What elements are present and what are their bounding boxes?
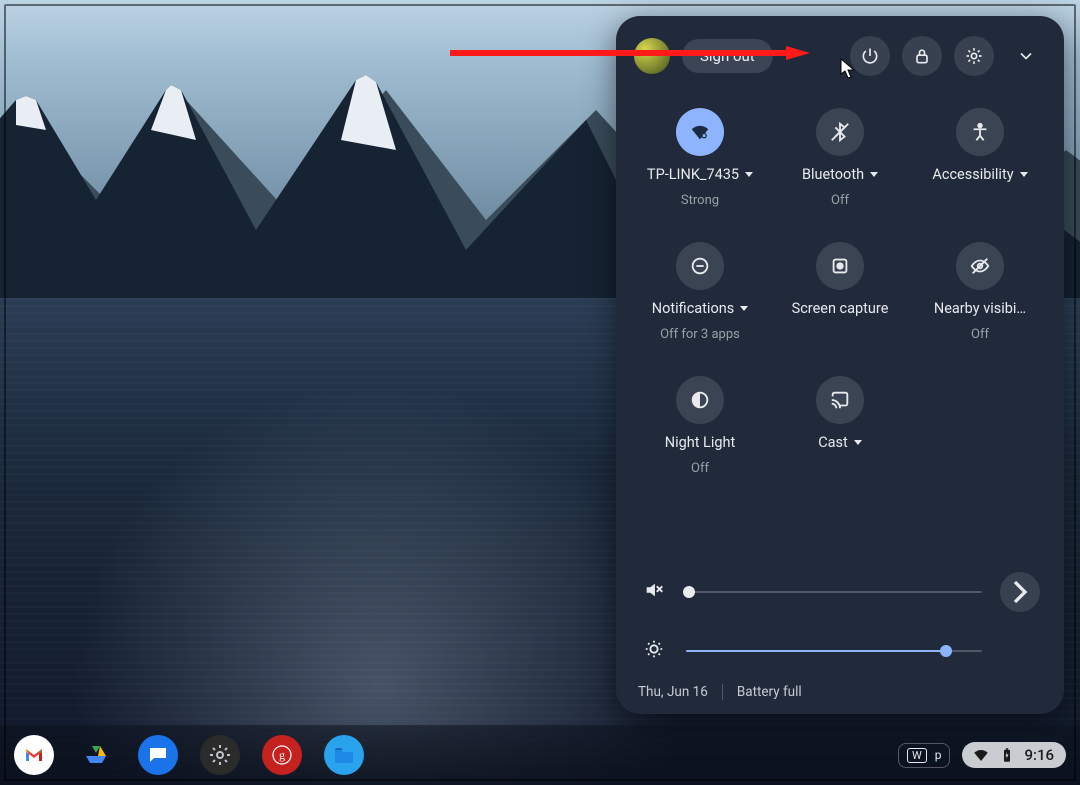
user-avatar[interactable]	[634, 38, 670, 74]
accessibility-icon	[956, 108, 1004, 156]
shelf: g W p 9:16	[0, 725, 1080, 785]
gmail-app-icon[interactable]	[14, 735, 54, 775]
app-icon-g[interactable]: g	[262, 735, 302, 775]
svg-text:g: g	[279, 748, 285, 762]
notifications-status: Off for 3 apps	[660, 327, 740, 342]
screen-capture-label: Screen capture	[792, 300, 889, 317]
caret-icon	[745, 172, 753, 177]
accessibility-tile[interactable]: Accessibility	[914, 108, 1046, 208]
audio-settings-button[interactable]	[1000, 572, 1040, 612]
ime-indicator[interactable]: W p	[898, 743, 951, 768]
brightness-row	[640, 638, 1040, 664]
panel-footer: Thu, Jun 16 Battery full	[634, 684, 1046, 700]
caret-icon	[870, 172, 878, 177]
status-area[interactable]: 9:16	[962, 742, 1066, 768]
do-not-disturb-icon	[676, 242, 724, 290]
quick-settings-panel: Sign out TP-LINK_7435 Strong Bluetooth O…	[616, 16, 1064, 714]
visibility-off-icon	[956, 242, 1004, 290]
cast-label: Cast	[818, 434, 848, 451]
mouse-cursor	[840, 58, 856, 80]
shelf-apps: g	[14, 735, 364, 775]
cast-icon	[816, 376, 864, 424]
brightness-slider[interactable]	[686, 650, 982, 652]
bluetooth-icon	[816, 108, 864, 156]
quick-tiles-grid: TP-LINK_7435 Strong Bluetooth Off Access…	[634, 108, 1046, 476]
bluetooth-label: Bluetooth	[802, 166, 864, 183]
bluetooth-tile[interactable]: Bluetooth Off	[774, 108, 906, 208]
clock: 9:16	[1024, 746, 1054, 764]
wifi-icon	[676, 108, 724, 156]
brightness-icon[interactable]	[640, 638, 668, 664]
lock-button[interactable]	[902, 36, 942, 76]
accessibility-label: Accessibility	[932, 166, 1013, 183]
night-light-status: Off	[691, 461, 709, 476]
night-light-label: Night Light	[665, 434, 736, 451]
cast-tile[interactable]: Cast	[774, 376, 906, 476]
settings-button[interactable]	[954, 36, 994, 76]
ime-layout: p	[935, 748, 942, 762]
wifi-status-icon	[972, 746, 990, 764]
caret-icon	[740, 306, 748, 311]
shelf-tray: W p 9:16	[898, 742, 1066, 768]
date-label: Thu, Jun 16	[638, 684, 708, 700]
drive-app-icon[interactable]	[76, 735, 116, 775]
nearby-visibility-tile[interactable]: Nearby visibi… Off	[914, 242, 1046, 342]
sliders-area	[634, 564, 1046, 664]
sign-out-button[interactable]: Sign out	[682, 39, 773, 73]
volume-row	[640, 572, 1040, 612]
settings-app-icon[interactable]	[200, 735, 240, 775]
bluetooth-status: Off	[831, 193, 849, 208]
files-app-icon[interactable]	[324, 735, 364, 775]
messages-app-icon[interactable]	[138, 735, 178, 775]
wifi-label: TP-LINK_7435	[647, 166, 739, 183]
nearby-status: Off	[971, 327, 989, 342]
volume-mute-icon[interactable]	[640, 579, 668, 605]
volume-slider[interactable]	[686, 591, 982, 593]
caret-icon	[1020, 172, 1028, 177]
ime-key: W	[907, 748, 927, 763]
wifi-tile[interactable]: TP-LINK_7435 Strong	[634, 108, 766, 208]
notifications-tile[interactable]: Notifications Off for 3 apps	[634, 242, 766, 342]
wifi-status: Strong	[681, 193, 719, 208]
screen-capture-tile[interactable]: Screen capture	[774, 242, 906, 342]
collapse-button[interactable]	[1006, 36, 1046, 76]
notifications-label: Notifications	[652, 300, 734, 317]
nearby-label: Nearby visibi…	[934, 300, 1026, 317]
night-light-icon	[676, 376, 724, 424]
screen-capture-icon	[816, 242, 864, 290]
battery-status-icon	[998, 746, 1016, 764]
power-button[interactable]	[850, 36, 890, 76]
night-light-tile[interactable]: Night Light Off	[634, 376, 766, 476]
battery-label: Battery full	[737, 684, 802, 700]
caret-icon	[854, 440, 862, 445]
